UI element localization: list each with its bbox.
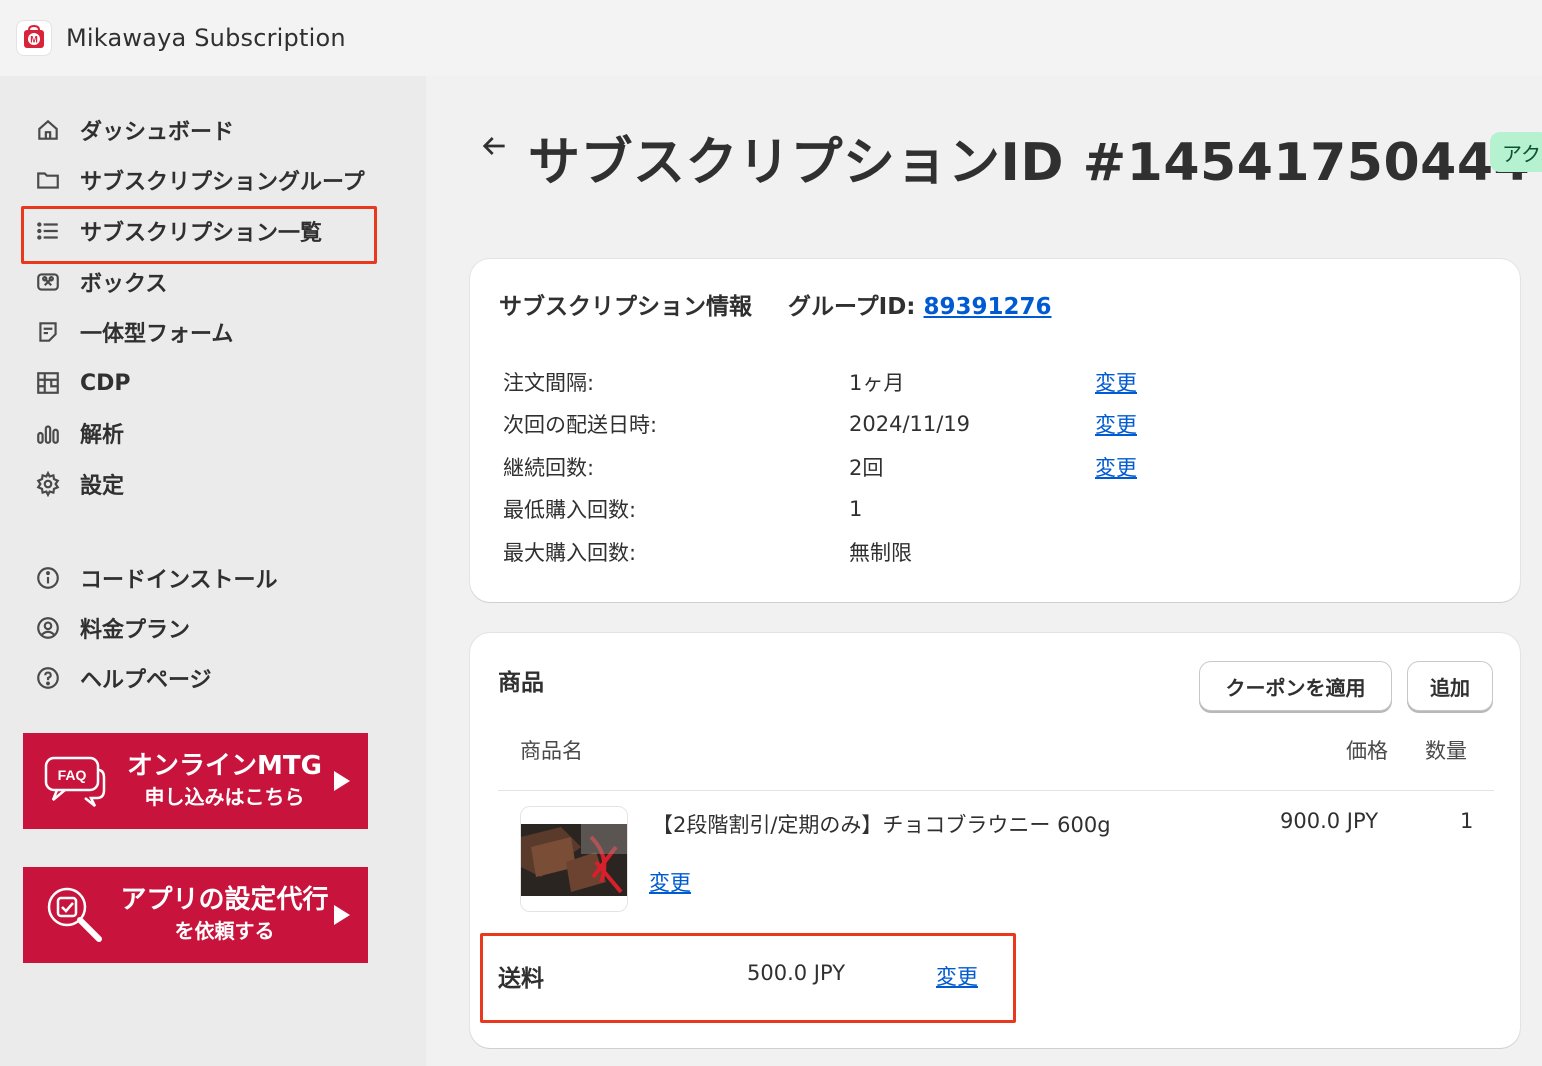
- product-thumbnail: [520, 806, 628, 912]
- box-icon: [32, 266, 64, 298]
- info-row-max-purchases: 最大購入回数: 無制限: [503, 535, 1095, 569]
- online-mtg-banner[interactable]: FAQ オンラインMTG 申し込みはこちら: [23, 733, 368, 829]
- sidebar-item-label: 一体型フォーム: [80, 322, 234, 347]
- change-continuation-count-link[interactable]: 変更: [1095, 452, 1137, 482]
- sidebar-item-settings[interactable]: 設定: [32, 464, 124, 504]
- product-price: 900.0 JPY: [1280, 809, 1379, 833]
- sidebar: ダッシュボード サブスクリプショングループ サブスクリプション一覧 ボックス 一…: [0, 76, 426, 1066]
- list-icon: [32, 215, 64, 247]
- grid-icon: [32, 367, 64, 399]
- main-content: サブスクリプションID #14541750444 アクティブ サブスクリプション…: [426, 76, 1542, 1066]
- top-bar: M Mikawaya Subscription: [0, 0, 1542, 76]
- sidebar-item-label: コードインストール: [80, 568, 278, 593]
- info-heading: サブスクリプション情報 グループID: 89391276: [499, 287, 1052, 321]
- info-row-next-delivery: 次回の配送日時: 2024/11/19 変更: [503, 407, 1137, 441]
- form-icon: [32, 316, 64, 348]
- sidebar-item-label: 解析: [80, 423, 125, 448]
- sidebar-item-label: 料金プラン: [80, 618, 191, 643]
- group-id-link[interactable]: 89391276: [924, 294, 1052, 320]
- change-order-interval-link[interactable]: 変更: [1095, 367, 1137, 397]
- info-icon: [32, 562, 64, 594]
- group-id-label: グループID:: [788, 294, 916, 320]
- status-badge: アクティブ: [1490, 132, 1542, 172]
- shipping-label: 送料: [498, 966, 544, 992]
- divider: [498, 790, 1494, 791]
- info-value: 1: [849, 497, 863, 521]
- svg-text:M: M: [30, 35, 38, 45]
- sidebar-item-form[interactable]: 一体型フォーム: [32, 312, 233, 352]
- products-title: 商品: [498, 670, 544, 696]
- shipping-value: 500.0 JPY: [747, 961, 846, 985]
- setup-service-banner[interactable]: アプリの設定代行 を依頼する: [23, 867, 368, 963]
- sidebar-item-label: サブスクリプショングループ: [80, 170, 365, 195]
- product-name: 【2段階割引/定期のみ】チョコブラウニー 600g: [652, 813, 1111, 837]
- chart-icon: [32, 417, 64, 449]
- folder-icon: [32, 164, 64, 196]
- faq-icon: FAQ: [35, 754, 115, 808]
- apply-coupon-button[interactable]: クーポンを適用: [1199, 661, 1392, 711]
- info-label: 次回の配送日時:: [503, 413, 658, 437]
- info-row-min-purchases: 最低購入回数: 1: [503, 492, 1095, 526]
- subscription-info-card: サブスクリプション情報 グループID: 89391276 注文間隔: 1ヶ月 変…: [470, 259, 1520, 602]
- change-next-delivery-link[interactable]: 変更: [1095, 409, 1137, 439]
- play-arrow-icon: [334, 905, 350, 925]
- change-product-link[interactable]: 変更: [649, 867, 691, 897]
- sidebar-item-code-install[interactable]: コードインストール: [32, 558, 278, 598]
- products-card: 商品 クーポンを適用 追加 商品名 価格 数量 【2段階割引/定期のみ】チョコブ…: [470, 633, 1520, 1048]
- app-logo-icon: M: [16, 20, 52, 56]
- add-product-button[interactable]: 追加: [1407, 661, 1493, 711]
- info-label: 継続回数:: [503, 456, 595, 480]
- info-label: 最低購入回数:: [503, 498, 637, 522]
- sidebar-item-label: ボックス: [80, 272, 168, 297]
- info-value: 無制限: [849, 541, 912, 565]
- sidebar-item-pricing[interactable]: 料金プラン: [32, 608, 190, 648]
- info-title: サブスクリプション情報: [499, 294, 752, 320]
- product-quantity: 1: [1460, 809, 1474, 833]
- promo-line1: アプリの設定代行: [120, 885, 329, 915]
- sidebar-item-label: CDP: [80, 370, 131, 396]
- promo-line2: 申し込みはこちら: [144, 785, 305, 809]
- info-value: 2回: [849, 456, 884, 480]
- back-arrow-icon[interactable]: [478, 130, 510, 162]
- sidebar-item-analytics[interactable]: 解析: [32, 413, 124, 453]
- sidebar-item-dashboard[interactable]: ダッシュボード: [32, 110, 234, 150]
- account-icon: [32, 612, 64, 644]
- magnifier-check-icon: [35, 883, 115, 947]
- sidebar-item-label: ヘルプページ: [80, 668, 212, 693]
- sidebar-item-label: ダッシュボード: [80, 120, 235, 145]
- page-title: サブスクリプションID #14541750444: [528, 133, 1531, 193]
- column-header-qty: 数量: [1425, 739, 1467, 763]
- sidebar-item-box[interactable]: ボックス: [32, 262, 167, 302]
- info-row-continuation-count: 継続回数: 2回 変更: [503, 450, 1137, 484]
- app-title: Mikawaya Subscription: [66, 24, 346, 52]
- sidebar-item-help[interactable]: ヘルプページ: [32, 658, 212, 698]
- promo-line1: オンラインMTG: [127, 751, 322, 781]
- sidebar-item-label: 設定: [80, 474, 125, 499]
- promo-line2: を依頼する: [174, 919, 275, 943]
- sidebar-item-cdp[interactable]: CDP: [32, 363, 131, 403]
- home-icon: [32, 114, 64, 146]
- help-icon: [32, 662, 64, 694]
- play-arrow-icon: [334, 771, 350, 791]
- info-value: 1ヶ月: [849, 371, 905, 395]
- sidebar-item-label: サブスクリプション一覧: [80, 221, 323, 246]
- svg-text:FAQ: FAQ: [58, 767, 87, 783]
- sidebar-item-subscription-list[interactable]: サブスクリプション一覧: [20, 206, 378, 264]
- column-header-price: 価格: [1346, 739, 1388, 763]
- info-label: 注文間隔:: [503, 371, 595, 395]
- gear-icon: [32, 468, 64, 500]
- sidebar-item-subscription-groups[interactable]: サブスクリプショングループ: [32, 160, 365, 200]
- info-row-order-interval: 注文間隔: 1ヶ月 変更: [503, 365, 1137, 399]
- info-label: 最大購入回数:: [503, 541, 637, 565]
- info-value: 2024/11/19: [849, 412, 971, 436]
- column-header-name: 商品名: [520, 739, 583, 763]
- change-shipping-link[interactable]: 変更: [936, 961, 978, 991]
